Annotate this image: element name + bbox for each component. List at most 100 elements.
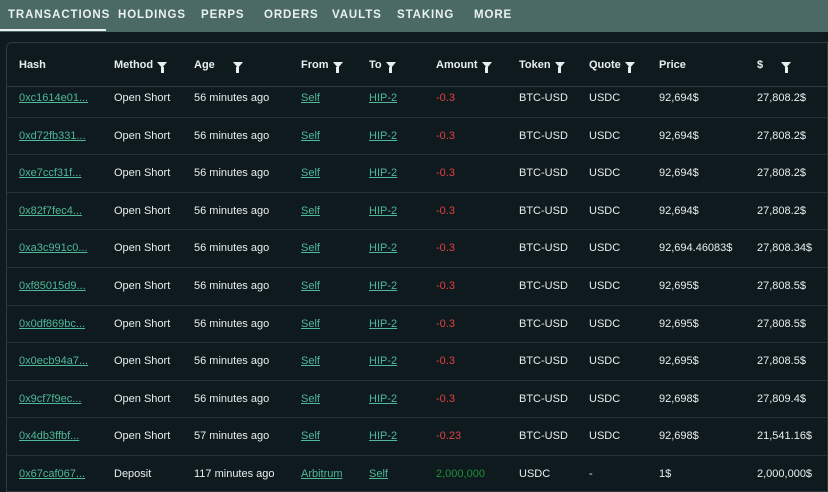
column-header-quote: Quote — [589, 59, 635, 73]
from-link[interactable]: Self — [301, 393, 320, 405]
column-header-hash: Hash — [19, 59, 46, 71]
price-cell: 92,694$ — [659, 92, 699, 104]
token-cell: BTC-USD — [519, 317, 568, 330]
token-cell: BTC-USD — [519, 92, 568, 104]
price-cell: 92,698$ — [659, 430, 699, 443]
usd-cell: 2,000,000$ — [757, 468, 813, 480]
hash-link[interactable]: 0xa3c991c0... — [19, 242, 88, 254]
method-cell: Open Short — [114, 129, 171, 142]
method-cell: Open Short — [114, 204, 171, 217]
to-link[interactable]: HIP-2 — [369, 242, 397, 254]
column-header-from: From — [301, 59, 343, 73]
tab-orders[interactable]: ORDERS — [264, 9, 319, 21]
age-cell: 56 minutes ago — [194, 280, 270, 292]
to-link[interactable]: HIP-2 — [369, 167, 397, 179]
hash-link[interactable]: 0xe7ccf31f... — [19, 167, 81, 179]
method-cell: Open Short — [114, 242, 171, 255]
from-link[interactable]: Self — [301, 92, 320, 104]
token-cell: BTC-USD — [519, 280, 568, 292]
method-cell: Open Short — [114, 355, 171, 368]
table-row: 0x67caf067... Deposit 117 minutes ago Arbit… — [7, 456, 827, 491]
hash-link[interactable]: 0x0ecb94a7... — [19, 355, 88, 367]
filter-icon[interactable] — [624, 62, 635, 73]
column-label: Quote — [589, 59, 621, 71]
from-link[interactable]: Self — [301, 130, 320, 142]
tab-holdings[interactable]: HOLDINGS — [118, 9, 186, 21]
table-row: 0x0ecb94a7... Open Short 56 minutes ago Sel… — [7, 343, 827, 381]
from-link[interactable]: Self — [301, 430, 320, 442]
table-row: 0x82f7fec4... Open Short 56 minutes ago Sel… — [7, 193, 827, 231]
amount-cell: -0.3 — [436, 92, 455, 104]
method-cell: Open Short — [114, 430, 171, 443]
method-cell: Open Short — [114, 167, 171, 180]
usd-cell: 27,808.5$ — [757, 280, 806, 292]
filter-icon[interactable] — [554, 62, 565, 73]
hash-link[interactable]: 0x4db3ffbf... — [19, 430, 79, 442]
transactions-table: Hash Method Age From To Amount Token Quo… — [6, 42, 828, 492]
filter-icon[interactable] — [332, 62, 343, 73]
price-cell: 92,694.46083$ — [659, 242, 733, 255]
to-link[interactable]: HIP-2 — [369, 280, 397, 292]
from-link[interactable]: Self — [301, 167, 320, 179]
to-link[interactable]: HIP-2 — [369, 430, 397, 442]
tab-vaults[interactable]: VAULTS — [332, 9, 382, 21]
method-cell: Open Short — [114, 92, 171, 104]
table-row: 0xd72fb331... Open Short 56 minutes ago Sel… — [7, 118, 827, 156]
method-cell: Open Short — [114, 280, 171, 292]
to-link[interactable]: HIP-2 — [369, 92, 397, 104]
to-link[interactable]: HIP-2 — [369, 130, 397, 142]
from-link[interactable]: Self — [301, 280, 320, 292]
hash-link[interactable]: 0x67caf067... — [19, 468, 85, 480]
token-cell: BTC-USD — [519, 355, 568, 368]
quote-cell: USDC — [589, 280, 621, 292]
from-link[interactable]: Self — [301, 355, 320, 367]
hash-link[interactable]: 0x0df869bc... — [19, 318, 85, 330]
price-cell: 1$ — [659, 468, 672, 480]
amount-cell: -0.3 — [436, 355, 455, 368]
filter-icon[interactable] — [157, 62, 168, 73]
age-cell: 56 minutes ago — [194, 167, 270, 180]
column-label: Amount — [436, 59, 478, 71]
column-header-to: To — [369, 59, 396, 73]
from-link[interactable]: Self — [301, 318, 320, 330]
filter-icon[interactable] — [385, 62, 396, 73]
to-link[interactable]: HIP-2 — [369, 205, 397, 217]
tab-bar: TRANSACTIONS HOLDINGS PERPS ORDERS VAULT… — [0, 0, 828, 32]
column-header-amount: Amount — [436, 59, 492, 73]
amount-cell: -0.23 — [436, 430, 462, 443]
to-link[interactable]: HIP-2 — [369, 393, 397, 405]
filter-icon[interactable] — [232, 62, 243, 73]
age-cell: 117 minutes ago — [194, 468, 275, 480]
tab-perps[interactable]: PERPS — [201, 9, 245, 21]
hash-link[interactable]: 0xc1614e01... — [19, 92, 88, 104]
to-link[interactable]: HIP-2 — [369, 355, 397, 367]
column-label: From — [301, 59, 329, 71]
column-header-token: Token — [519, 59, 565, 73]
hash-link[interactable]: 0xd72fb331... — [19, 130, 86, 142]
to-link[interactable]: HIP-2 — [369, 318, 397, 330]
column-header-method: Method — [114, 59, 168, 73]
amount-cell: 2,000,000 — [436, 468, 485, 480]
table-row: 0x4db3ffbf... Open Short 57 minutes ago Sel… — [7, 418, 827, 456]
tab-more[interactable]: MORE — [474, 9, 512, 21]
amount-cell: -0.3 — [436, 242, 455, 255]
from-link[interactable]: Self — [301, 242, 320, 254]
tab-transactions[interactable]: TRANSACTIONS — [8, 9, 110, 21]
filter-icon[interactable] — [481, 62, 492, 73]
usd-cell: 27,808.2$ — [757, 204, 806, 217]
usd-cell: 27,808.2$ — [757, 129, 806, 142]
usd-cell: 27,808.5$ — [757, 317, 806, 330]
filter-icon[interactable] — [781, 62, 792, 73]
hash-link[interactable]: 0xf85015d9... — [19, 280, 86, 292]
column-header-age: Age — [194, 59, 243, 73]
from-link[interactable]: Arbitrum — [301, 468, 343, 480]
to-link[interactable]: Self — [369, 468, 388, 480]
hash-link[interactable]: 0x9cf7f9ec... — [19, 393, 81, 405]
table-row: 0x9cf7f9ec... Open Short 56 minutes ago Sel… — [7, 381, 827, 419]
column-label: Method — [114, 59, 154, 71]
hash-link[interactable]: 0x82f7fec4... — [19, 205, 82, 217]
tab-staking[interactable]: STAKING — [397, 9, 454, 21]
column-label: Price — [659, 59, 686, 71]
column-label: Token — [519, 59, 551, 71]
from-link[interactable]: Self — [301, 205, 320, 217]
